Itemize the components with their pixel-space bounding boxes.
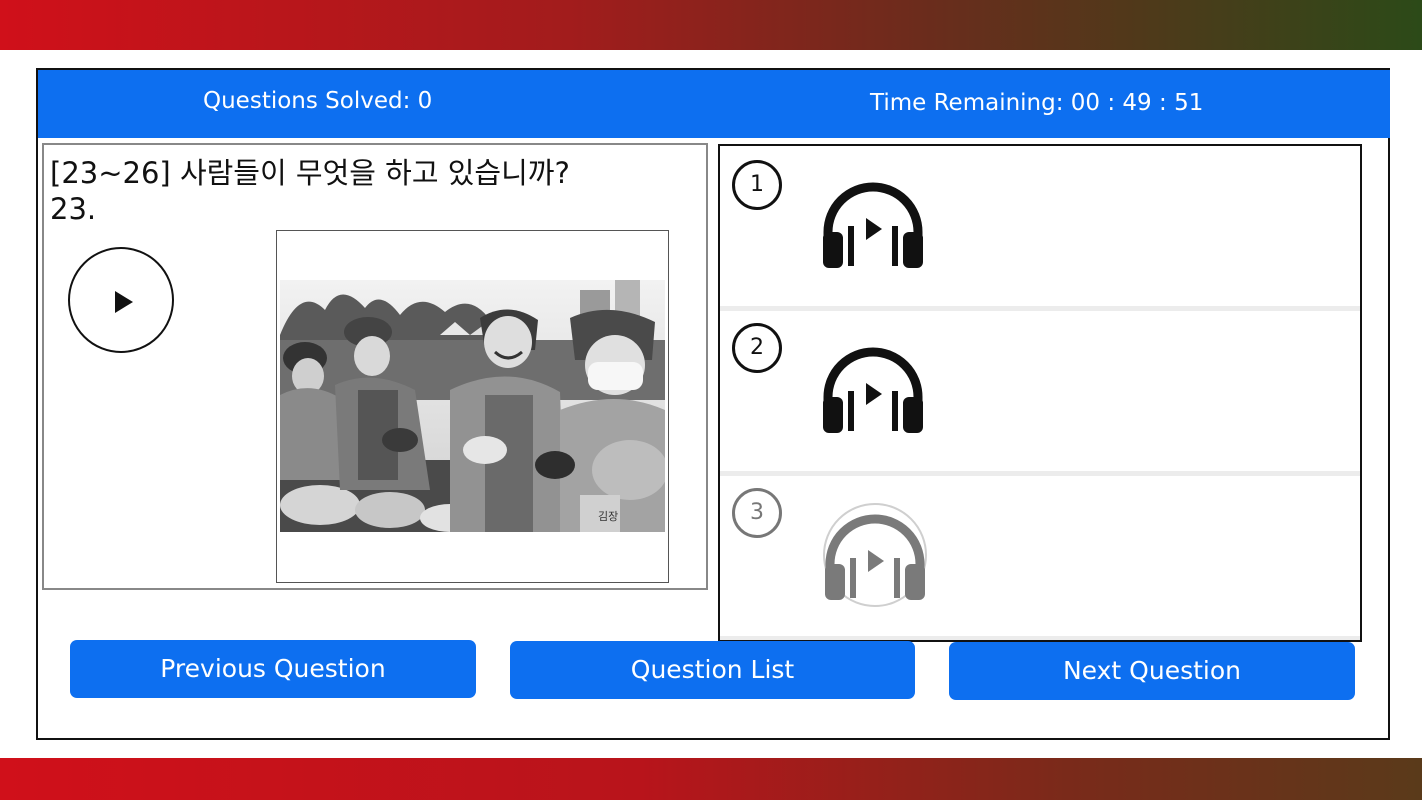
- kimchi-making-photo: 김장: [280, 280, 665, 532]
- answer-option-2[interactable]: 2: [720, 311, 1360, 471]
- headphones-play-icon[interactable]: [820, 347, 926, 437]
- next-question-button[interactable]: Next Question: [949, 642, 1355, 700]
- previous-question-button[interactable]: Previous Question: [70, 640, 476, 698]
- question-number: 23.: [50, 192, 97, 226]
- option-number-badge: 2: [732, 323, 782, 373]
- time-remaining-timer: Time Remaining: 00 : 49 : 51: [870, 90, 1204, 116]
- answer-option-3[interactable]: 3: [720, 476, 1360, 636]
- option-number-badge: 3: [732, 488, 782, 538]
- headphones-play-icon[interactable]: [820, 502, 930, 610]
- bottom-decorative-band: [0, 758, 1422, 800]
- svg-text:김장: 김장: [598, 510, 618, 523]
- top-decorative-band: [0, 0, 1422, 50]
- answer-options-panel: 1 2 3: [718, 144, 1362, 642]
- status-header: Questions Solved: 0 Time Remaining: 00 :…: [38, 70, 1390, 138]
- audio-play-button[interactable]: [68, 247, 174, 353]
- answer-option-1[interactable]: 1: [720, 146, 1360, 306]
- option-number-badge: 1: [732, 160, 782, 210]
- headphones-play-icon[interactable]: [820, 182, 926, 272]
- question-instruction: [23~26] 사람들이 무엇을 하고 있습니까?: [50, 156, 570, 190]
- question-list-button[interactable]: Question List: [510, 641, 915, 699]
- play-icon: [115, 291, 133, 313]
- questions-solved-counter: Questions Solved: 0: [203, 88, 433, 114]
